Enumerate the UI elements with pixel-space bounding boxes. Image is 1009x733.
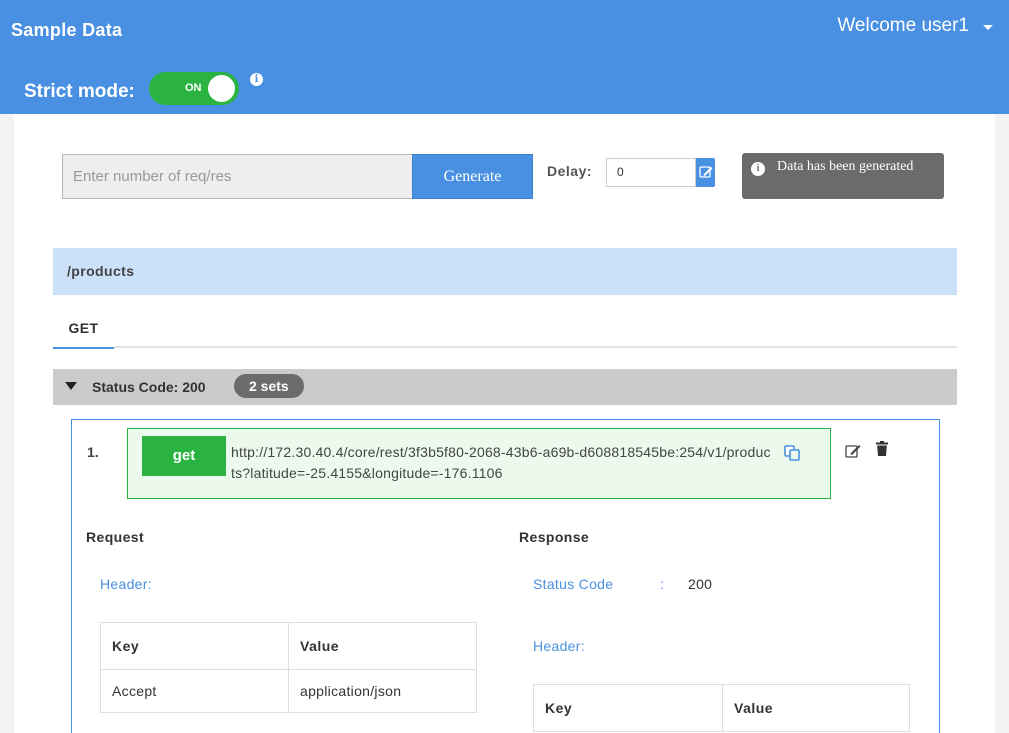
toast-notification: i Data has been generated: [742, 153, 944, 199]
response-status-value: 200: [688, 576, 713, 592]
caret-down-icon: [65, 382, 77, 390]
app-title: Sample Data: [11, 20, 123, 40]
chevron-down-icon: [983, 24, 993, 30]
top-header: Sample Data Welcome user1 Strict mode: O…: [0, 0, 1009, 114]
sets-count-badge: 2 sets: [234, 374, 304, 398]
column-value: Value: [288, 622, 477, 670]
status-group-header[interactable]: Status Code: 200 2 sets: [53, 369, 957, 405]
delay-edit-button[interactable]: [696, 158, 715, 187]
response-header-table: Key Value: [533, 684, 910, 732]
info-icon[interactable]: i: [250, 73, 263, 86]
delay-input[interactable]: 0: [606, 158, 696, 187]
response-header-label: Header:: [533, 638, 585, 654]
record-index: 1.: [87, 444, 99, 460]
endpoint-path[interactable]: /products: [53, 248, 957, 295]
delay-label: Delay:: [547, 163, 593, 179]
tab-get[interactable]: GET: [53, 314, 114, 349]
header-key: Accept: [100, 669, 289, 713]
trash-icon[interactable]: [876, 441, 888, 456]
edit-icon: [699, 166, 713, 178]
generate-button[interactable]: Generate: [412, 154, 533, 199]
response-title: Response: [519, 529, 590, 545]
record-card: 1. get http://172.30.40.4/core/rest/3f3b…: [71, 419, 940, 733]
column-key: Key: [100, 622, 289, 670]
header-value: application/json: [288, 669, 477, 713]
response-status-label: Status Code: [533, 576, 614, 592]
request-url-box: get http://172.30.40.4/core/rest/3f3b5f8…: [127, 428, 831, 499]
toast-message: Data has been generated: [777, 159, 914, 174]
strict-mode-toggle[interactable]: ON: [149, 72, 239, 105]
status-colon: :: [660, 576, 664, 592]
toggle-knob: [208, 75, 235, 102]
request-title: Request: [86, 529, 145, 545]
request-header-label: Header:: [100, 576, 152, 592]
copy-icon[interactable]: [783, 444, 801, 462]
request-header-table: Key Value Accept application/json: [100, 622, 477, 713]
strict-mode-label: Strict mode:: [24, 81, 135, 102]
user-menu[interactable]: Welcome user1: [837, 15, 993, 37]
toggle-state-text: ON: [185, 82, 202, 94]
request-url: http://172.30.40.4/core/rest/3f3b5f80-20…: [231, 444, 771, 481]
welcome-text: Welcome user1: [837, 15, 969, 36]
main-panel: Enter number of req/res Generate Delay: …: [14, 114, 995, 733]
request-count-input[interactable]: Enter number of req/res: [62, 154, 413, 199]
method-badge-get[interactable]: get: [142, 436, 226, 476]
status-code-label: Status Code: 200: [92, 379, 206, 395]
column-value: Value: [722, 684, 910, 732]
column-key: Key: [533, 684, 723, 732]
info-icon: i: [751, 162, 765, 176]
edit-icon[interactable]: [845, 443, 862, 459]
table-row: Accept application/json: [100, 669, 477, 713]
tab-divider: [114, 346, 957, 348]
